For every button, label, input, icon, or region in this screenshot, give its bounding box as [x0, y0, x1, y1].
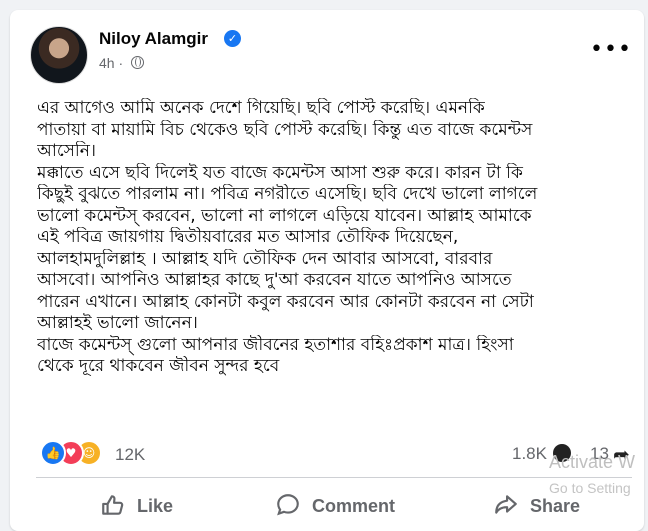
like-reaction-icon: 👍	[40, 440, 66, 466]
post-body: এর আগেও আমি অনেক দেশে গিয়েছি। ছবি পোস্ট…	[37, 98, 642, 378]
comment-count[interactable]: 1.8K	[512, 444, 547, 464]
post-meta: 4h ·	[99, 55, 145, 71]
like-button[interactable]: Like	[100, 486, 220, 526]
post-line: এই পবিত্র জায়গায় দ্বিতীয়বারের মত আসার…	[37, 227, 459, 247]
post-line: থেকে দূরে থাকবেন জীবন সুন্দর হবে	[37, 356, 280, 376]
divider	[36, 477, 632, 478]
author-name[interactable]: Niloy Alamgir	[99, 29, 208, 49]
post-line: পাতায়া বা মায়ামি বিচ থেকেও ছবি পোস্ট ক…	[37, 119, 533, 140]
post-line: আলহামদুলিল্লাহ । আল্লাহ যদি তৌফিক দেন আব…	[37, 248, 493, 269]
like-label: Like	[137, 496, 174, 516]
post-line: কিছুই বুঝতে পারলাম না। পবিত্র নগরীতে এসে…	[37, 184, 538, 204]
comment-button[interactable]: Comment	[275, 486, 435, 526]
reaction-count[interactable]: 12K	[115, 445, 145, 465]
more-options-icon[interactable]: •••	[590, 39, 632, 61]
post-line: আসবো। আপনিও আল্লাহর কাছে দু'আ করবেন যাতে…	[37, 270, 512, 290]
post-line: আসেনি।	[37, 141, 96, 161]
author-avatar[interactable]	[30, 26, 88, 84]
windows-activation-watermark: Activate W	[549, 452, 636, 472]
post-time[interactable]: 4h	[99, 55, 115, 71]
comment-icon	[277, 494, 299, 516]
thumbs-up-icon	[102, 495, 124, 515]
post-line: আল্লাহই ভালো জানেন।	[37, 313, 198, 333]
share-icon	[495, 495, 517, 514]
dot-separator: ·	[118, 55, 128, 71]
share-label: Share	[530, 496, 581, 516]
post-line: পারেন এখানে। আল্লাহ কোনটা কবুল করবেন আর …	[37, 291, 534, 312]
verified-badge-icon: ✓	[224, 30, 241, 47]
post-line: মক্কাতে এসে ছবি দিলেই যত বাজে কমেন্টস আস…	[37, 162, 523, 183]
comment-label: Comment	[312, 496, 396, 516]
globe-icon[interactable]	[131, 56, 145, 69]
post-line: ভালো কমেন্টস্ করবেন, ভালো না লাগলে এড়িয…	[37, 205, 532, 226]
post-line: বাজে কমেন্টস্ গুলো আপনার জীবনের হতাশার ব…	[37, 334, 514, 355]
post-line: এর আগেও আমি অনেক দেশে গিয়েছি। ছবি পোস্ট…	[37, 98, 485, 118]
windows-activation-subtext: Go to Setting	[549, 480, 631, 496]
